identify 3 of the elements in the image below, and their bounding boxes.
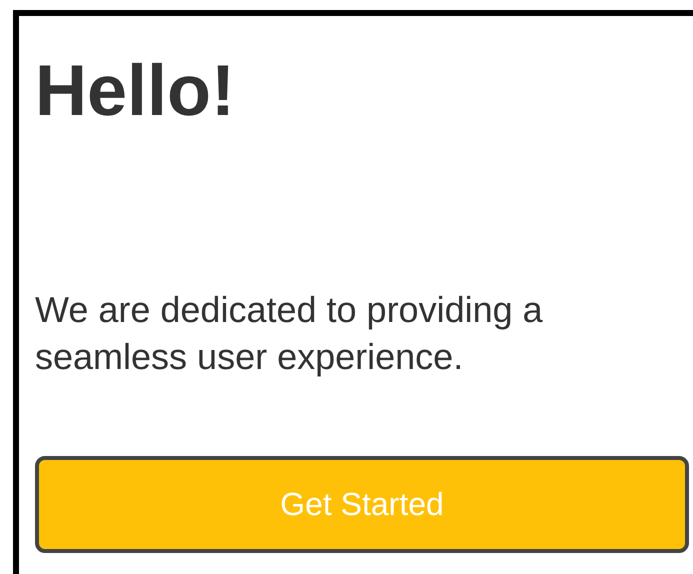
greeting-heading: Hello! [35,50,236,133]
intro-text: We are dedicated to providing a seamless user experience. [35,288,544,379]
get-started-button[interactable]: Get Started [35,456,689,553]
